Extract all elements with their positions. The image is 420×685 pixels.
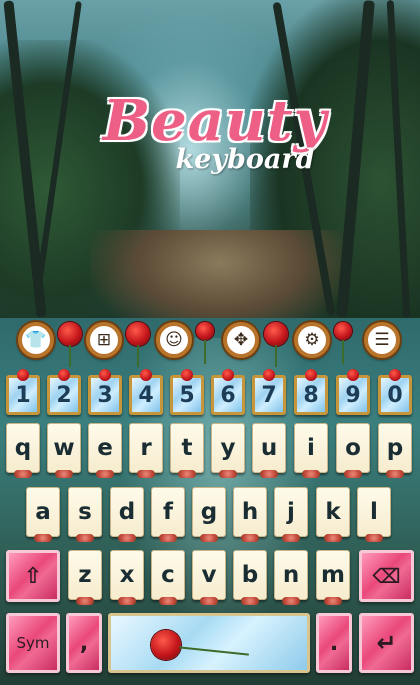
key-o[interactable]: o bbox=[336, 423, 370, 478]
key-y[interactable]: y bbox=[211, 423, 245, 478]
shirt-icon: 👕 bbox=[25, 329, 47, 350]
key-s[interactable]: s bbox=[68, 487, 102, 542]
key-e[interactable]: e bbox=[88, 423, 122, 478]
emoji-button[interactable]: ☺ bbox=[156, 322, 192, 358]
key-m[interactable]: m bbox=[316, 550, 350, 605]
move-icon: ✥ bbox=[233, 329, 249, 350]
key-w[interactable]: w bbox=[47, 423, 81, 478]
key-j[interactable]: j bbox=[274, 487, 308, 542]
keyboard: 👕 ⊞ ☺ ✥ ⚙ ☰ 1 2 3 4 5 6 7 8 9 0 q w e r … bbox=[0, 318, 420, 685]
clipboard-list-button[interactable]: ☰ bbox=[364, 322, 400, 358]
rose-decoration bbox=[196, 322, 214, 340]
key-g[interactable]: g bbox=[192, 487, 226, 542]
sym-key[interactable]: Sym bbox=[6, 613, 60, 673]
key-6[interactable]: 6 bbox=[211, 369, 245, 415]
rose-decoration bbox=[58, 322, 82, 346]
grid-icon: ⊞ bbox=[96, 329, 112, 350]
rose-icon bbox=[151, 630, 181, 660]
key-z[interactable]: z bbox=[68, 550, 102, 605]
key-n[interactable]: n bbox=[274, 550, 308, 605]
theme-shirt-button[interactable]: 👕 bbox=[18, 322, 54, 358]
key-x[interactable]: x bbox=[110, 550, 144, 605]
key-d[interactable]: d bbox=[110, 487, 144, 542]
settings-button[interactable]: ⚙ bbox=[294, 322, 330, 358]
backspace-key[interactable]: ⌫ bbox=[359, 550, 414, 602]
rose-decoration bbox=[334, 322, 352, 340]
key-l[interactable]: l bbox=[357, 487, 391, 542]
key-u[interactable]: u bbox=[252, 423, 286, 478]
comma-key[interactable]: , bbox=[66, 613, 102, 673]
key-1[interactable]: 1 bbox=[6, 369, 40, 415]
shift-key[interactable]: ⇧ bbox=[6, 550, 60, 602]
enter-key[interactable]: ↵ bbox=[359, 613, 414, 673]
rose-decoration bbox=[126, 322, 150, 346]
key-0[interactable]: 0 bbox=[378, 369, 412, 415]
key-v[interactable]: v bbox=[192, 550, 226, 605]
shift-icon: ⇧ bbox=[23, 563, 43, 589]
apps-grid-button[interactable]: ⊞ bbox=[86, 322, 122, 358]
enter-icon: ↵ bbox=[376, 629, 397, 657]
key-2[interactable]: 2 bbox=[47, 369, 81, 415]
key-f[interactable]: f bbox=[151, 487, 185, 542]
key-q[interactable]: q bbox=[6, 423, 40, 478]
key-a[interactable]: a bbox=[26, 487, 60, 542]
key-5[interactable]: 5 bbox=[170, 369, 204, 415]
space-key[interactable] bbox=[108, 613, 310, 673]
key-r[interactable]: r bbox=[129, 423, 163, 478]
app-logo: Beauty keyboard bbox=[95, 88, 335, 175]
key-k[interactable]: k bbox=[316, 487, 350, 542]
theme-preview-banner: Beauty keyboard bbox=[0, 0, 420, 318]
logo-subtitle: keyboard bbox=[175, 144, 315, 175]
emoji-icon: ☺ bbox=[165, 329, 183, 350]
key-b[interactable]: b bbox=[233, 550, 267, 605]
period-key[interactable]: . bbox=[316, 613, 352, 673]
key-p[interactable]: p bbox=[378, 423, 412, 478]
key-c[interactable]: c bbox=[151, 550, 185, 605]
key-9[interactable]: 9 bbox=[336, 369, 370, 415]
cursor-move-button[interactable]: ✥ bbox=[223, 322, 259, 358]
key-7[interactable]: 7 bbox=[252, 369, 286, 415]
key-4[interactable]: 4 bbox=[129, 369, 163, 415]
rose-decoration bbox=[264, 322, 288, 346]
key-h[interactable]: h bbox=[233, 487, 267, 542]
key-i[interactable]: i bbox=[294, 423, 328, 478]
key-3[interactable]: 3 bbox=[88, 369, 122, 415]
key-t[interactable]: t bbox=[170, 423, 204, 478]
key-8[interactable]: 8 bbox=[294, 369, 328, 415]
backspace-icon: ⌫ bbox=[372, 564, 401, 588]
list-icon: ☰ bbox=[374, 329, 390, 350]
forest-path bbox=[90, 230, 350, 318]
gear-icon: ⚙ bbox=[304, 329, 320, 350]
